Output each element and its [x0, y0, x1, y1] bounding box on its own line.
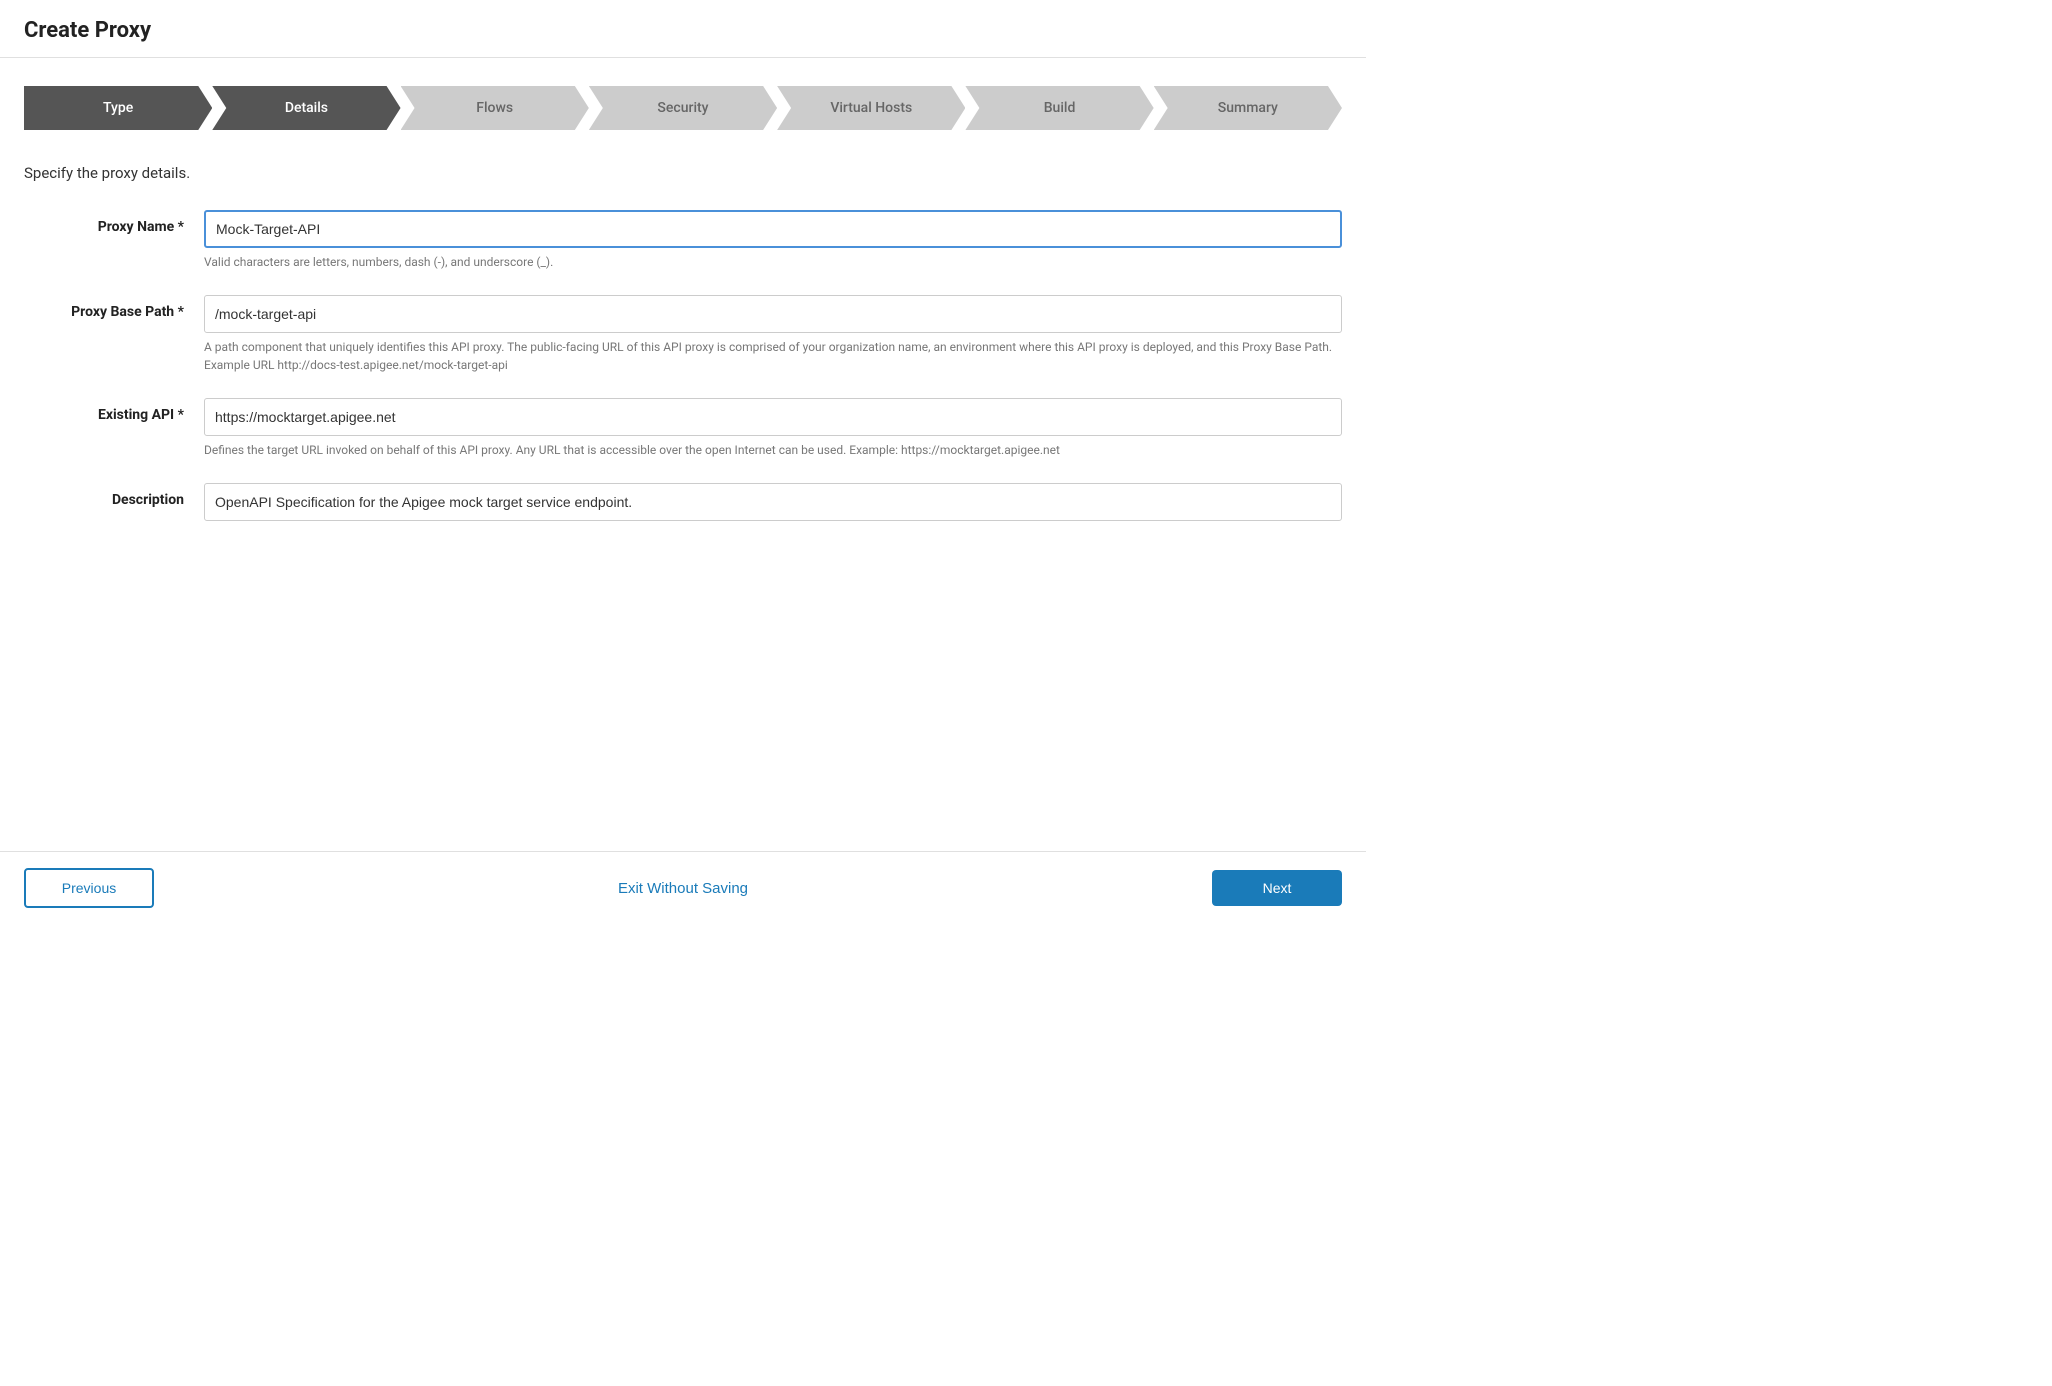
- step-label-build: Build: [1044, 100, 1076, 116]
- proxy-base-path-input[interactable]: [204, 295, 1342, 333]
- proxy-base-path-field-container: A path component that uniquely identifie…: [204, 295, 1342, 374]
- next-button[interactable]: Next: [1212, 870, 1342, 906]
- page-title: Create Proxy: [24, 18, 1342, 43]
- proxy-base-path-label: Proxy Base Path *: [24, 295, 204, 320]
- existing-api-hint: Defines the target URL invoked on behalf…: [204, 441, 1342, 459]
- step-label-details: Details: [285, 100, 328, 116]
- exit-without-saving-button[interactable]: Exit Without Saving: [618, 880, 748, 897]
- step-flows[interactable]: Flows: [401, 86, 589, 130]
- description-row: Description: [24, 483, 1342, 521]
- existing-api-row: Existing API * Defines the target URL in…: [24, 398, 1342, 459]
- page-header: Create Proxy: [0, 0, 1366, 58]
- step-security[interactable]: Security: [589, 86, 777, 130]
- footer: Previous Exit Without Saving Next: [0, 851, 1366, 924]
- section-subtitle: Specify the proxy details.: [24, 164, 1342, 182]
- step-label-flows: Flows: [476, 100, 513, 116]
- form-section: Proxy Name * Valid characters are letter…: [24, 210, 1342, 545]
- step-build[interactable]: Build: [965, 86, 1153, 130]
- proxy-name-hint: Valid characters are letters, numbers, d…: [204, 253, 1342, 271]
- proxy-base-path-row: Proxy Base Path * A path component that …: [24, 295, 1342, 374]
- stepper: Type Details Flows Security Virtual Host…: [24, 86, 1342, 130]
- existing-api-field-container: Defines the target URL invoked on behalf…: [204, 398, 1342, 459]
- description-field-container: [204, 483, 1342, 521]
- step-label-security: Security: [657, 100, 708, 116]
- proxy-name-field-container: Valid characters are letters, numbers, d…: [204, 210, 1342, 271]
- step-virtual-hosts[interactable]: Virtual Hosts: [777, 86, 965, 130]
- previous-button[interactable]: Previous: [24, 868, 154, 908]
- stepper-container: Type Details Flows Security Virtual Host…: [0, 58, 1366, 150]
- step-label-summary: Summary: [1218, 100, 1278, 116]
- step-summary[interactable]: Summary: [1154, 86, 1342, 130]
- page-wrapper: Create Proxy Type Details Flows Security…: [0, 0, 1366, 924]
- step-label-virtual-hosts: Virtual Hosts: [830, 100, 912, 116]
- step-type[interactable]: Type: [24, 86, 212, 130]
- existing-api-input[interactable]: [204, 398, 1342, 436]
- proxy-name-input[interactable]: [204, 210, 1342, 248]
- proxy-base-path-hint: A path component that uniquely identifie…: [204, 338, 1342, 374]
- description-label: Description: [24, 483, 204, 508]
- proxy-name-row: Proxy Name * Valid characters are letter…: [24, 210, 1342, 271]
- existing-api-label: Existing API *: [24, 398, 204, 423]
- step-label-type: Type: [103, 100, 133, 116]
- description-input[interactable]: [204, 483, 1342, 521]
- step-details[interactable]: Details: [212, 86, 400, 130]
- content-area: Specify the proxy details. Proxy Name * …: [0, 150, 1366, 851]
- proxy-name-label: Proxy Name *: [24, 210, 204, 235]
